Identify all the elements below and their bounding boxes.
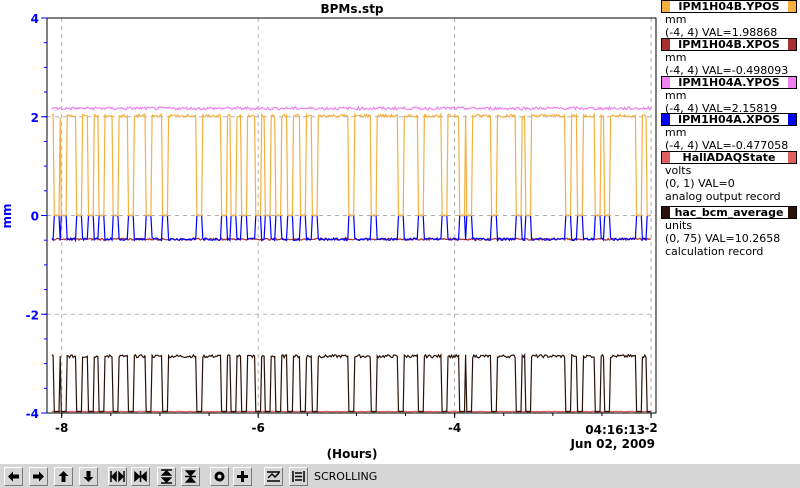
legend-type: analog output record <box>665 190 781 203</box>
zoom-in-x-button[interactable] <box>108 467 127 486</box>
zoom-out-x-button[interactable] <box>131 467 150 486</box>
legend-range: (0, 75) VAL=10.2658 <box>665 232 781 245</box>
pan-up-icon <box>58 471 69 482</box>
x-axis-label: (Hours) <box>327 447 378 461</box>
legend-unit: units <box>665 219 693 232</box>
x-tick-label: -8 <box>55 421 68 435</box>
legend-name: IPM1H04B.XPOS <box>661 38 797 51</box>
chart-area: -8 -6 -4 -2 -4 -2 0 2 4 BPMs.stp (Hours) mm 04:1… <box>0 2 658 461</box>
ticks: -8 -6 -4 -2 -4 -2 0 2 4 <box>26 12 658 435</box>
pan-right-icon <box>33 471 44 482</box>
zoom-in-y-icon <box>160 469 173 484</box>
series-line-ipm1h04a-ypos <box>51 105 652 112</box>
config-button[interactable] <box>210 467 229 486</box>
y-tick-label: -2 <box>26 308 39 322</box>
y-tick-label: 4 <box>31 12 39 26</box>
zoom-in-x-icon <box>110 470 125 483</box>
legend-unit: mm <box>665 126 687 139</box>
toolbar: SCROLLING <box>0 463 800 488</box>
legend-name: hac_bcm_average <box>661 206 797 219</box>
legend-unit: mm <box>665 51 687 64</box>
legend-name: IPM1H04B.YPOS <box>661 0 797 13</box>
zoom-out-y-icon <box>184 470 197 483</box>
time-label: 04:16:13 <box>585 423 645 437</box>
scroll-mode-button[interactable] <box>264 467 283 486</box>
x-tick-label: -6 <box>252 421 265 435</box>
y-tick-label: -4 <box>26 407 39 421</box>
stagger-icon <box>292 471 305 482</box>
legend-name: IPM1H04A.XPOS <box>661 113 797 126</box>
pan-down-icon <box>83 471 94 482</box>
legend-unit: mm <box>665 89 687 102</box>
pan-left-button[interactable] <box>4 467 23 486</box>
series-line-ipm1h04a-xpos <box>51 214 651 243</box>
series-line-hac-bcm-average <box>51 352 651 413</box>
zoom-in-y-button[interactable] <box>157 467 176 486</box>
scroll-mode-icon <box>267 471 280 482</box>
y-tick-label: 0 <box>31 210 39 224</box>
legend-unit: mm <box>665 13 687 26</box>
pan-up-button[interactable] <box>54 467 73 486</box>
stagger-button[interactable] <box>289 467 308 486</box>
pan-right-button[interactable] <box>29 467 48 486</box>
chart-title: BPMs.stp <box>320 2 383 16</box>
pan-left-icon <box>8 471 19 482</box>
legend-unit: volts <box>665 164 692 177</box>
x-tick-label: -2 <box>644 421 657 435</box>
y-axis-label: mm <box>0 203 14 228</box>
add-icon <box>237 471 248 482</box>
legend-name: HallADAQState <box>661 151 797 164</box>
series-line-ipm1h04b-ypos <box>51 112 651 217</box>
legend: IPM1H04B.YPOS mm (-4, 4) VAL=1.98868 IPM1H0… <box>659 0 800 462</box>
status-label: SCROLLING <box>314 470 378 483</box>
x-tick-label: -4 <box>448 421 461 435</box>
series <box>51 105 652 413</box>
pan-down-button[interactable] <box>79 467 98 486</box>
legend-name: IPM1H04A.YPOS <box>661 76 797 89</box>
date-label: Jun 02, 2009 <box>569 437 655 451</box>
legend-range: (0, 1) VAL=0 <box>665 177 735 190</box>
zoom-out-x-icon <box>134 470 147 483</box>
add-button[interactable] <box>233 467 252 486</box>
zoom-out-y-button[interactable] <box>181 467 200 486</box>
legend-type: calculation record <box>665 245 764 258</box>
y-tick-label: 2 <box>31 111 39 125</box>
